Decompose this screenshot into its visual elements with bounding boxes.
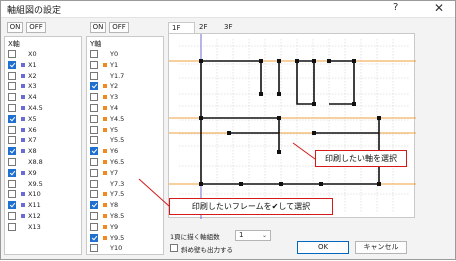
- slant-wall-checkbox[interactable]: [170, 244, 178, 252]
- ok-button[interactable]: OK: [297, 241, 349, 254]
- per-page-select[interactable]: 1 ⌄: [235, 230, 271, 241]
- slant-wall-label: 斜め壁も出力する: [181, 246, 233, 254]
- axis-callout: 印刷したい軸を選択: [315, 150, 407, 167]
- callout-leaders: [138, 142, 316, 207]
- per-page-label: 1頁に描く軸組数: [170, 233, 220, 241]
- dialog-window: 軸組図の設定 ? ✕ ON OFF X軸 X0 X1 X2 X3 X4 X4.5 X5 X6 X…: [0, 0, 456, 260]
- cancel-button[interactable]: キャンセル: [355, 241, 407, 254]
- per-page-value: 1: [239, 231, 244, 239]
- frame-callout: 印刷したいフレームを✔して選択: [169, 198, 333, 215]
- chevron-down-icon: ⌄: [261, 232, 267, 239]
